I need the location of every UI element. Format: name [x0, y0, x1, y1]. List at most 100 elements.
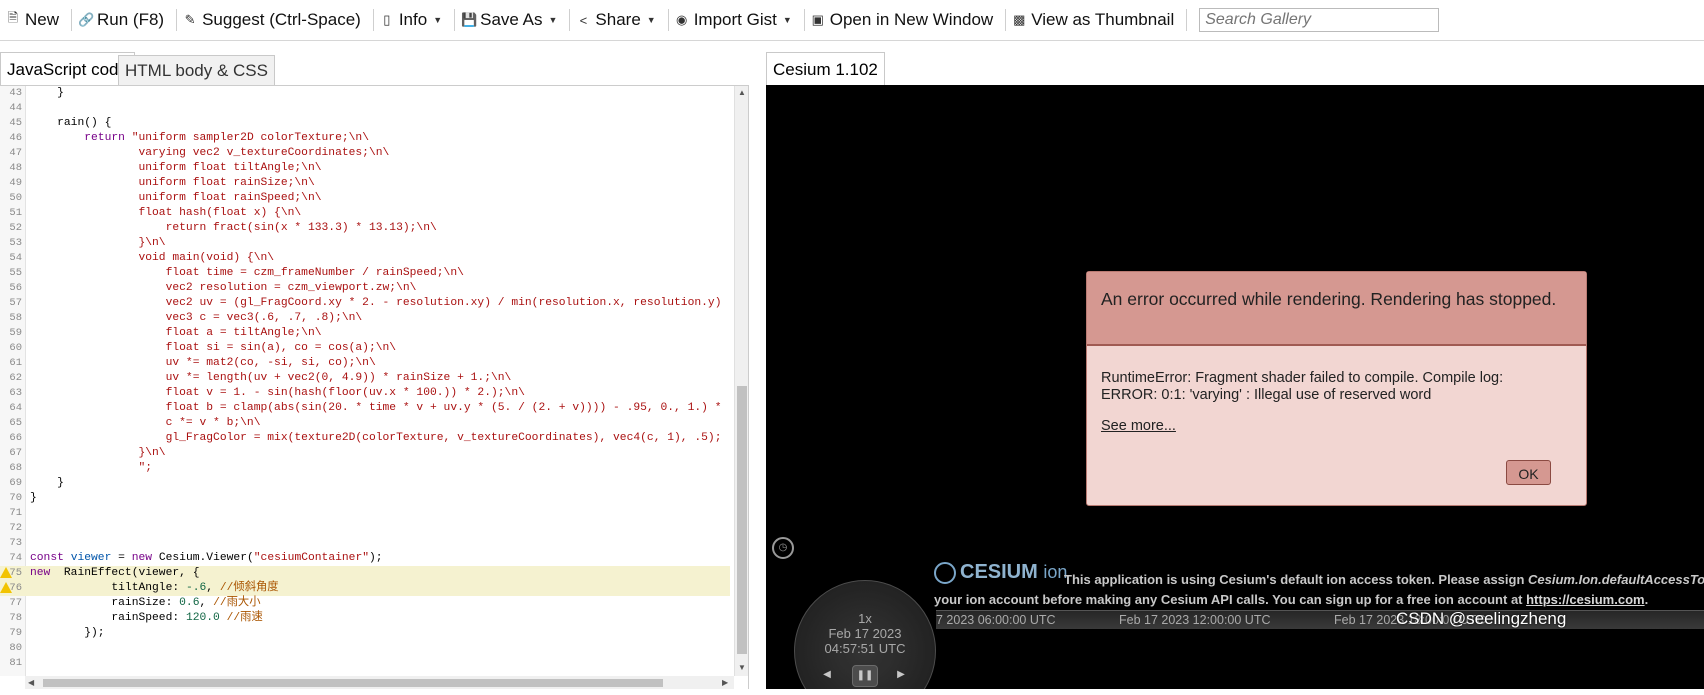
- code-line[interactable]: 79 });: [0, 626, 730, 641]
- code-line[interactable]: 46 return "uniform sampler2D colorTextur…: [0, 131, 730, 146]
- code-line[interactable]: 59 float a = tiltAngle;\n\: [0, 326, 730, 341]
- code-line[interactable]: 75 new RainEffect(viewer, {: [0, 566, 730, 581]
- code-line[interactable]: 61 uv *= mat2(co, -si, si, co);\n\: [0, 356, 730, 371]
- code-area[interactable]: 43 } 44 45 rain() {46 return "uniform samp…: [0, 86, 730, 676]
- play-reverse-button[interactable]: ◀: [815, 665, 839, 685]
- scroll-up-icon[interactable]: ▲: [738, 88, 746, 97]
- code-line[interactable]: 51 float hash(float x) {\n\: [0, 206, 730, 221]
- see-more-link[interactable]: See more...: [1101, 418, 1572, 435]
- code-line[interactable]: 74 const viewer = new Cesium.Viewer("cesi…: [0, 551, 730, 566]
- code-line[interactable]: 76 tiltAngle: -.6, //倾斜角度: [0, 581, 730, 596]
- code-editor[interactable]: 43 } 44 45 rain() {46 return "uniform samp…: [0, 85, 748, 690]
- new-button[interactable]: 🗎 New: [0, 0, 71, 40]
- code-line[interactable]: 49 uniform float rainSize;\n\: [0, 176, 730, 191]
- tab-cesium-version[interactable]: Cesium 1.102: [766, 52, 885, 85]
- warning-icon[interactable]: [0, 567, 12, 578]
- code-line[interactable]: 43 }: [0, 86, 730, 101]
- code-line[interactable]: 81: [0, 656, 730, 671]
- code-text: return "uniform sampler2D colorTexture;\…: [84, 132, 369, 144]
- code-line[interactable]: 53 }\n\: [0, 236, 730, 251]
- code-text: });: [30, 627, 105, 639]
- scroll-left-icon[interactable]: ◀: [28, 678, 34, 687]
- horizontal-scroll-thumb[interactable]: [43, 679, 663, 687]
- code-text: }\n\: [30, 237, 166, 249]
- tab-javascript-code[interactable]: JavaScript code: [0, 52, 135, 85]
- share-icon: <: [579, 12, 588, 28]
- play-forward-button[interactable]: ▶: [889, 665, 913, 685]
- run-button[interactable]: 🔗 Run (F8): [72, 0, 176, 40]
- code-line[interactable]: 54 void main(void) {\n\: [0, 251, 730, 266]
- watermark: CSDN @seelingzheng: [1396, 609, 1567, 628]
- line-number: 59: [9, 327, 22, 339]
- code-line[interactable]: 71: [0, 506, 730, 521]
- code-line[interactable]: 72: [0, 521, 730, 536]
- code-line[interactable]: 78 rainSpeed: 120.0 //雨速: [0, 611, 730, 626]
- share-button[interactable]: < Share ▼: [570, 0, 667, 40]
- chevron-down-icon: ▼: [782, 15, 792, 25]
- code-line[interactable]: 77 rainSize: 0.6, //雨大小: [0, 596, 730, 611]
- code-text: vec2 resolution = czm_viewport.zw;\n\: [30, 282, 417, 294]
- search-gallery-input[interactable]: [1199, 8, 1440, 32]
- code-line[interactable]: 67 }\n\: [0, 446, 730, 461]
- view-thumbnail-button[interactable]: ▩ View as Thumbnail: [1006, 0, 1186, 40]
- code-line[interactable]: 50 uniform float rainSpeed;\n\: [0, 191, 730, 206]
- pane-splitter[interactable]: [748, 85, 761, 695]
- pause-button[interactable]: ❚❚: [852, 665, 878, 687]
- code-text: vec3 c = vec3(.6, .7, .8);\n\: [30, 312, 363, 324]
- info-button[interactable]: ▯ Info ▼: [374, 0, 454, 40]
- scroll-right-icon[interactable]: ▶: [722, 678, 728, 687]
- code-line[interactable]: 64 float b = clamp(abs(sin(20. * time * …: [0, 401, 730, 416]
- cesium-viewer[interactable]: An error occurred while rendering. Rende…: [766, 85, 1704, 689]
- scroll-down-icon[interactable]: ▼: [738, 663, 746, 672]
- horizontal-scrollbar[interactable]: ◀ ▶: [25, 676, 734, 690]
- code-line[interactable]: 57 vec2 uv = (gl_FragCoord.xy * 2. - res…: [0, 296, 730, 311]
- open-new-window-button[interactable]: ▣ Open in New Window: [805, 0, 1005, 40]
- code-text: uniform float rainSpeed;\n\: [30, 192, 322, 204]
- ok-button[interactable]: OK: [1506, 460, 1551, 485]
- code-text: return fract(sin(x * 133.3) * 13.13);\n\: [30, 222, 437, 234]
- code-line[interactable]: 63 float v = 1. - sin(hash(floor(uv.x * …: [0, 386, 730, 401]
- code-text: gl_FragColor = mix(texture2D(colorTextur…: [30, 432, 722, 444]
- code-line[interactable]: 66 gl_FragColor = mix(texture2D(colorTex…: [0, 431, 730, 446]
- line-number: 43: [9, 87, 22, 99]
- code-line[interactable]: 70}: [0, 491, 730, 506]
- code-line[interactable]: 48 uniform float tiltAngle;\n\: [0, 161, 730, 176]
- warning-icon[interactable]: [0, 582, 12, 593]
- error-title: An error occurred while rendering. Rende…: [1087, 272, 1586, 346]
- code-line[interactable]: 65 c *= v * b;\n\: [0, 416, 730, 431]
- animation-widget[interactable]: 1x Feb 17 2023 04:57:51 UTC ❚❚ ◀ ▶: [794, 580, 936, 689]
- cesium-link[interactable]: https://cesium.com: [1526, 592, 1644, 607]
- import-gist-button[interactable]: ◉ Import Gist ▼: [669, 0, 804, 40]
- code-text: uv *= mat2(co, -si, si, co);\n\: [30, 357, 376, 369]
- github-icon: ◉: [676, 12, 688, 27]
- code-line[interactable]: 69 }: [0, 476, 730, 491]
- timeline[interactable]: 7 2023 06:00:00 UTC Feb 17 2023 12:00:00…: [936, 610, 1704, 629]
- line-number: 72: [9, 522, 22, 534]
- vertical-scrollbar[interactable]: ▲ ▼: [734, 86, 748, 676]
- code-line[interactable]: 80: [0, 641, 730, 656]
- line-number: 68: [9, 462, 22, 474]
- code-text: uniform float rainSize;\n\: [30, 177, 315, 189]
- code-line[interactable]: 52 return fract(sin(x * 133.3) * 13.13);…: [0, 221, 730, 236]
- clock-icon[interactable]: ◷: [772, 537, 794, 559]
- code-line[interactable]: 47 varying vec2 v_textureCoordinates;\n\: [0, 146, 730, 161]
- suggest-button[interactable]: ✎ Suggest (Ctrl-Space): [177, 0, 373, 40]
- code-line[interactable]: 55 float time = czm_frameNumber / rainSp…: [0, 266, 730, 281]
- code-line[interactable]: 68 ";: [0, 461, 730, 476]
- code-line[interactable]: 58 vec3 c = vec3(.6, .7, .8);\n\: [0, 311, 730, 326]
- code-line[interactable]: 45 rain() {: [0, 116, 730, 131]
- code-line[interactable]: 60 float si = sin(a), co = cos(a);\n\: [0, 341, 730, 356]
- code-text: }: [30, 87, 64, 99]
- code-line[interactable]: 44: [0, 101, 730, 116]
- code-line[interactable]: 73: [0, 536, 730, 551]
- timeline-label: 7 2023 06:00:00 UTC: [936, 613, 1056, 627]
- code-line[interactable]: 62 uv *= length(uv + vec2(0, 4.9)) * rai…: [0, 371, 730, 386]
- suggest-icon: ✎: [184, 12, 196, 27]
- code-line[interactable]: 56 vec2 resolution = czm_viewport.zw;\n\: [0, 281, 730, 296]
- save-as-button[interactable]: 💾 Save As ▼: [455, 0, 569, 40]
- tab-html-body-css[interactable]: HTML body & CSS: [118, 55, 275, 85]
- line-number: 57: [9, 297, 22, 309]
- timeline-label: Feb 17 2023 12:00:00 UTC: [1119, 613, 1271, 627]
- code-text: ";: [30, 462, 153, 474]
- vertical-scroll-thumb[interactable]: [737, 386, 747, 654]
